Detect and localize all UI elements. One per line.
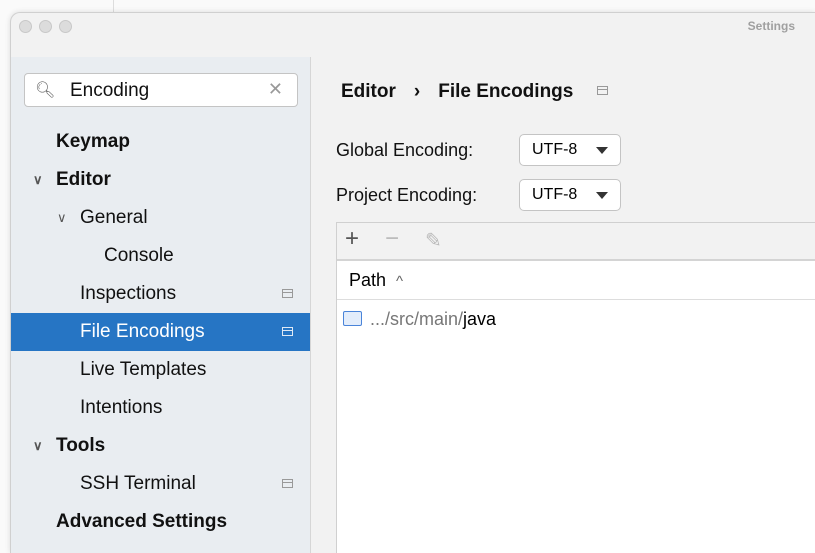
value: UTF-8 [532,141,578,158]
column-label: Path [349,270,387,290]
sidebar-item-keymap[interactable]: Keymap [11,123,310,161]
project-scope-icon [282,289,293,298]
caret-down-icon [596,192,608,199]
label: Console [104,245,174,266]
sidebar: 🔍︎ Encoding ✕ Keymap ∨ Editor ∨ General Co… [11,57,311,553]
sidebar-item-inspections[interactable]: Inspections [11,275,310,313]
path-name: java [463,309,497,329]
chevron-down-icon[interactable]: ∨ [33,161,43,199]
project-scope-icon [596,86,608,95]
search-icon: 🔍︎ [35,82,56,99]
label: Inspections [80,283,177,304]
column-header-path[interactable]: Path ^ [337,261,815,300]
folder-icon [343,311,362,326]
search-value: Encoding [70,80,150,101]
label: Tools [56,435,106,456]
clear-search-icon[interactable]: ✕ [268,79,283,100]
label: File Encodings [80,321,205,342]
label: Editor [56,169,111,190]
project-encoding-dropdown[interactable]: UTF-8 [519,179,621,211]
main-panel: Editor › File Encodings Global Encoding: U… [311,57,815,553]
breadcrumb-editor[interactable]: Editor [341,81,396,102]
sidebar-item-intentions[interactable]: Intentions [11,389,310,427]
sidebar-item-ssh-terminal[interactable]: SSH Terminal [11,465,310,503]
sort-ascending-icon: ^ [396,273,404,290]
background-divider [113,0,114,12]
value: UTF-8 [532,186,578,203]
chevron-down-icon[interactable]: ∨ [57,199,67,237]
label: General [80,207,148,228]
search-input[interactable]: 🔍︎ Encoding ✕ [24,73,298,107]
settings-window: Settings 🔍︎ Encoding ✕ Keymap ∨ Editor ∨ G… [10,12,815,553]
table-toolbar: + − ✎ [337,223,815,261]
project-encoding-label: Project Encoding: [336,185,478,205]
breadcrumb-current: File Encodings [438,81,574,102]
sidebar-item-advanced-settings[interactable]: Advanced Settings [11,503,310,541]
path-table: + − ✎ Path ^ .../src/main/java [336,222,815,553]
close-window-button[interactable] [19,20,32,33]
project-scope-icon [282,327,293,336]
sidebar-item-general[interactable]: ∨ General [11,199,310,237]
remove-icon[interactable]: − [385,225,399,253]
minimize-window-button[interactable] [39,20,52,33]
edit-icon[interactable]: ✎ [425,228,442,253]
label: Intentions [80,397,163,418]
sidebar-item-live-templates[interactable]: Live Templates [11,351,310,389]
project-scope-icon [282,479,293,488]
sidebar-item-tools[interactable]: ∨ Tools [11,427,310,465]
sidebar-item-editor[interactable]: ∨ Editor [11,161,310,199]
zoom-window-button[interactable] [59,20,72,33]
add-icon[interactable]: + [345,225,359,253]
breadcrumb: Editor › File Encodings [341,81,626,103]
sidebar-item-file-encodings[interactable]: File Encodings [11,313,310,351]
window-title: Settings [747,19,795,33]
label: Live Templates [80,359,207,380]
table-row[interactable]: .../src/main/java [343,309,496,330]
title-bar: Settings [11,13,815,57]
global-encoding-dropdown[interactable]: UTF-8 [519,134,621,166]
chevron-down-icon[interactable]: ∨ [33,427,43,465]
sidebar-item-console[interactable]: Console [11,237,310,275]
label: Advanced Settings [56,511,228,532]
label: SSH Terminal [80,473,196,494]
breadcrumb-separator: › [413,81,421,102]
label: Keymap [56,131,130,152]
global-encoding-label: Global Encoding: [336,140,474,160]
caret-down-icon [596,147,608,154]
path-prefix: .../src/main/ [370,309,464,329]
